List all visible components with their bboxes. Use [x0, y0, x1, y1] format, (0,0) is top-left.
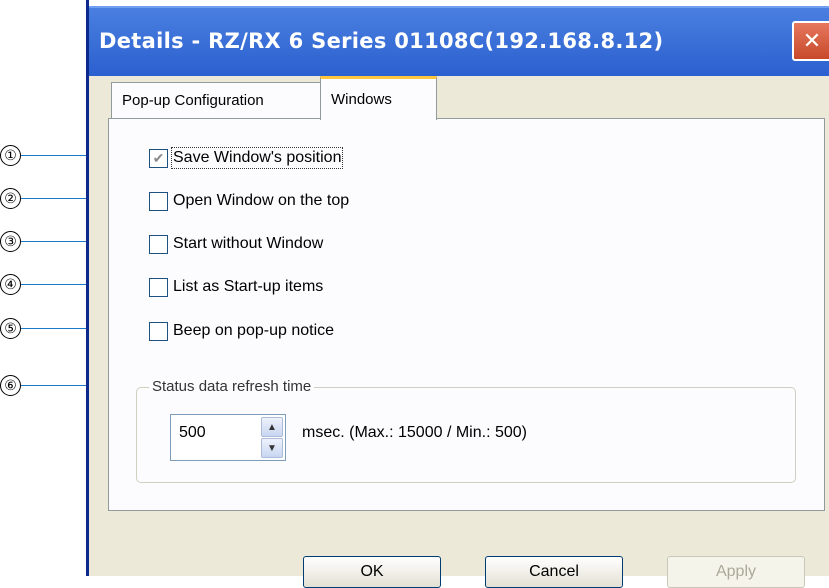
window-title: Details - RZ/RX 6 Series 01108C(192.168.… — [99, 29, 664, 53]
spin-up-icon[interactable]: ▲ — [261, 417, 283, 437]
tab-label: Windows — [331, 91, 392, 108]
button-label: Apply — [715, 563, 757, 580]
option-open-window-on-top[interactable]: Open Window on the top — [149, 189, 349, 213]
option-start-without-window[interactable]: Start without Window — [149, 232, 323, 256]
refresh-time-group: Status data refresh time 500 ▲ ▼ msec. (… — [136, 378, 796, 483]
callout-number: ⑥ — [0, 375, 21, 396]
dialog-body: Pop-up Configuration Windows ✔ Save Wind… — [89, 76, 829, 588]
refresh-time-value: 500 — [179, 424, 206, 441]
spin-control: ▲ ▼ — [261, 417, 283, 458]
callout-number: ③ — [0, 231, 21, 252]
refresh-time-input[interactable]: 500 ▲ ▼ — [170, 414, 286, 461]
checkbox[interactable] — [149, 234, 168, 254]
option-label: List as Start-up items — [173, 278, 324, 295]
callout-number: ② — [0, 188, 21, 209]
callout-number: ① — [0, 145, 21, 166]
windows-tab-panel: ✔ Save Window's position Open Window on … — [108, 118, 825, 511]
checkbox[interactable] — [149, 277, 168, 297]
checkbox[interactable] — [149, 321, 168, 341]
option-label: Start without Window — [173, 235, 324, 252]
details-dialog: Details - RZ/RX 6 Series 01108C(192.168.… — [86, 0, 829, 588]
option-save-window-position[interactable]: ✔ Save Window's position — [149, 146, 344, 170]
close-button[interactable]: ✕ — [792, 21, 829, 61]
option-beep-on-popup[interactable]: Beep on pop-up notice — [149, 319, 334, 343]
button-label: Cancel — [529, 563, 579, 580]
refresh-time-unit: msec. (Max.: 15000 / Min.: 500) — [302, 424, 527, 441]
option-list-as-startup-items[interactable]: List as Start-up items — [149, 275, 323, 299]
checkbox[interactable] — [149, 191, 168, 211]
callout-number: ④ — [0, 274, 21, 295]
callout-number: ⑤ — [0, 318, 21, 339]
spin-down-icon[interactable]: ▼ — [261, 438, 283, 458]
group-title: Status data refresh time — [149, 378, 315, 395]
close-icon: ✕ — [802, 28, 822, 54]
button-label: OK — [360, 563, 384, 580]
title-bar[interactable]: Details - RZ/RX 6 Series 01108C(192.168.… — [89, 6, 829, 78]
apply-button[interactable]: Apply — [667, 556, 805, 588]
tab-windows[interactable]: Windows — [320, 76, 437, 120]
ok-button[interactable]: OK — [303, 556, 441, 588]
cancel-button[interactable]: Cancel — [485, 556, 623, 588]
option-label: Open Window on the top — [173, 192, 350, 209]
tab-label: Pop-up Configuration — [122, 92, 264, 109]
option-label: Beep on pop-up notice — [173, 322, 335, 339]
checkbox-checked[interactable]: ✔ — [149, 148, 168, 168]
option-label: Save Window's position — [170, 147, 344, 169]
tab-popup-configuration[interactable]: Pop-up Configuration — [111, 82, 321, 118]
